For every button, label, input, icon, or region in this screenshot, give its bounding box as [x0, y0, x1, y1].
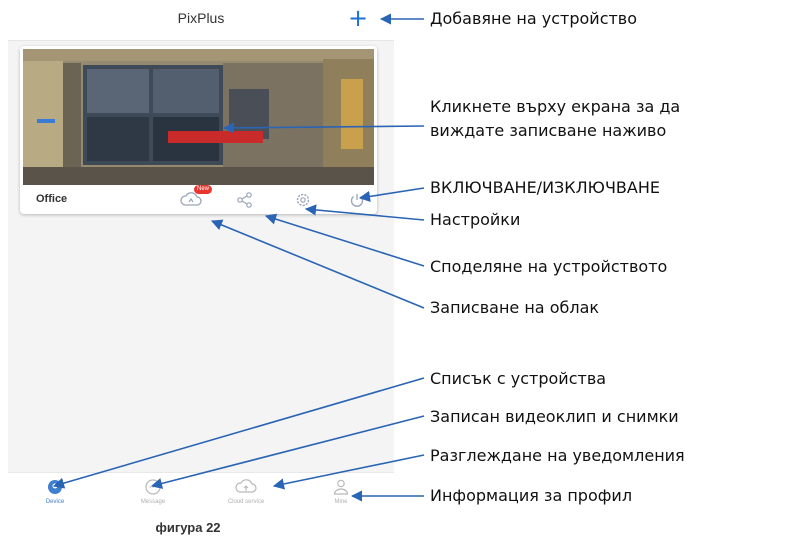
arrow-power — [358, 187, 425, 202]
arrow-cloud — [210, 219, 425, 309]
arrow-recorded — [150, 415, 425, 489]
arrow-live-view — [222, 122, 425, 134]
arrow-notifications — [272, 454, 425, 490]
arrow-share — [264, 213, 425, 267]
arrow-device-list — [52, 377, 425, 489]
callout-arrows — [52, 13, 425, 502]
arrow-settings — [304, 204, 425, 221]
